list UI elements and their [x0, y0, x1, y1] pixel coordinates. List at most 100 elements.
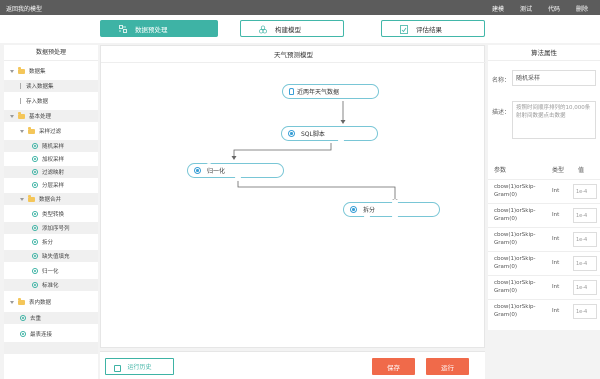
operator-icon [32, 143, 38, 149]
param-row: cbow(1)orSkip-Gram(0) Int 1e-4 [488, 299, 600, 323]
node-sql-script[interactable]: SQL脚本 [281, 126, 378, 141]
tree-label: 读入数据集 [26, 84, 54, 90]
menu-test[interactable]: 测试 [520, 4, 532, 13]
sidebar-title: 数据预处理 [4, 45, 98, 61]
save-button[interactable]: 保存 [372, 358, 415, 375]
param-value-input[interactable]: 1e-4 [573, 256, 597, 271]
tree-label: 基本处理 [29, 114, 52, 120]
tree-item-weighted-sample[interactable]: 加权采样 [4, 153, 98, 165]
action-bar: 运行历史 保存 运行 [100, 351, 485, 379]
workflow-canvas[interactable]: 天气预测模型 近两年天气数据 SQL脚本 归一化 拆分 [100, 45, 486, 348]
output-port[interactable] [392, 214, 398, 220]
param-type: Int [552, 308, 560, 314]
tree-label: 数据合并 [39, 197, 62, 203]
tree-label: 类型转换 [42, 212, 65, 218]
name-field[interactable]: 随机采样 [512, 70, 596, 86]
expand-caret-icon[interactable] [20, 197, 24, 201]
tree-label: 添加序号列 [42, 226, 70, 232]
node-weather-data[interactable]: 近两年天气数据 [282, 84, 379, 99]
menu-delete[interactable]: 删除 [576, 4, 588, 13]
tree-item-missing-fill[interactable]: 缺失值填充 [4, 250, 98, 262]
step-preprocess-label: 数据预处理 [135, 25, 168, 34]
input-port[interactable] [392, 199, 398, 205]
step-build-model-label: 构建模型 [275, 25, 301, 34]
tree-folder-dataset[interactable]: 数据集 [4, 65, 98, 77]
tree-item-standardize[interactable]: 标准化 [4, 279, 98, 291]
param-value-input[interactable]: 1e-4 [573, 280, 597, 295]
tree-folder-table-data[interactable]: 表内数据 [4, 296, 98, 308]
tree-item-read-dataset[interactable]: 读入数据集 [4, 80, 98, 92]
tree-item-type-convert[interactable]: 类型转换 [4, 208, 98, 220]
param-row: cbow(1)orSkip-Gram(0) Int 1e-4 [488, 179, 600, 203]
operator-icon [20, 315, 26, 321]
param-value-input[interactable]: 1e-4 [573, 184, 597, 199]
param-name: cbow(1)orSkip-Gram(0) [494, 256, 536, 270]
step-evaluate[interactable]: 评估结果 [381, 20, 485, 37]
input-port[interactable] [206, 158, 212, 164]
operator-icon [32, 253, 38, 259]
output-port[interactable] [338, 137, 344, 143]
run-button[interactable]: 运行 [426, 358, 469, 375]
tree-item-normalize[interactable]: 归一化 [4, 265, 98, 277]
tree-item-split[interactable]: 拆分 [4, 236, 98, 248]
tree-label: 分层采样 [42, 183, 65, 189]
run-history-button[interactable]: 运行历史 [105, 358, 174, 375]
param-type: Int [552, 188, 560, 194]
component-sidebar: 数据预处理 数据集 读入数据集 存入数据 基本处理 采样过滤 随机采样 加权采样… [4, 45, 98, 379]
tree-item-stratified-sample[interactable]: 分层采样 [4, 179, 98, 191]
tree-label: 标准化 [42, 283, 59, 289]
tree-item-random-sample[interactable]: 随机采样 [4, 140, 98, 152]
algorithm-properties-panel: 算法属性 名称： 随机采样 描述： 按照时间顺序排列的10,000条射射间数据点… [488, 45, 600, 330]
evaluation-icon [400, 24, 408, 34]
param-value-input[interactable]: 1e-4 [573, 304, 597, 319]
param-type: Int [552, 260, 560, 266]
folder-icon [18, 112, 25, 119]
expand-caret-icon[interactable] [20, 129, 24, 133]
operator-icon [194, 167, 201, 174]
output-port[interactable] [364, 214, 370, 220]
tree-label: 拆分 [42, 240, 54, 246]
tree-folder-sample-filter[interactable]: 采样过滤 [4, 125, 98, 137]
param-value-input[interactable]: 1e-4 [573, 232, 597, 247]
node-label: 近两年天气数据 [297, 89, 340, 96]
expand-caret-icon[interactable] [10, 114, 14, 118]
node-label: 归一化 [207, 168, 226, 175]
step-preprocess[interactable]: 数据预处理 [100, 20, 218, 37]
data-process-icon [119, 24, 127, 33]
leaf-marker-icon [20, 98, 22, 104]
param-type: Int [552, 236, 560, 242]
top-bar: 返回我的模型 建模 测试 代码 删除 [0, 0, 600, 15]
tree-item-dedupe[interactable]: 去重 [4, 312, 98, 324]
menu-modeling[interactable]: 建模 [492, 4, 504, 13]
operator-icon [32, 239, 38, 245]
tree-item-table-join[interactable]: 最表连接 [4, 328, 98, 340]
operator-icon [32, 282, 38, 288]
column-header-value: 值 [578, 167, 585, 174]
tree-label: 最表连接 [30, 332, 53, 338]
tree-folder-basic-processing[interactable]: 基本处理 [4, 110, 98, 122]
tree-label: 缺失值填充 [42, 254, 70, 260]
param-row: cbow(1)orSkip-Gram(0) Int 1e-4 [488, 275, 600, 299]
param-name: cbow(1)orSkip-Gram(0) [494, 208, 536, 222]
expand-caret-icon[interactable] [10, 300, 14, 304]
back-to-my-models-link[interactable]: 返回我的模型 [6, 4, 42, 13]
column-header-param: 参数 [494, 167, 507, 174]
top-menu: 建模 测试 代码 删除 [492, 4, 588, 13]
tree-item-filter-map[interactable]: 过滤映射 [4, 166, 98, 178]
menu-code[interactable]: 代码 [548, 4, 560, 13]
folder-icon [28, 195, 35, 202]
tree-label: 去重 [30, 316, 42, 322]
expand-caret-icon[interactable] [10, 69, 14, 73]
description-field[interactable]: 按照时间顺序排列的10,000条射射间数据点击数据 [512, 101, 596, 139]
output-port[interactable] [235, 175, 241, 181]
database-icon [289, 88, 294, 95]
leaf-marker-icon [20, 83, 22, 89]
tree-item-store-data[interactable]: 存入数据 [4, 95, 98, 107]
step-build-model[interactable]: 构建模型 [240, 20, 344, 37]
param-value-input[interactable]: 1e-4 [573, 208, 597, 223]
params-table-header: 参数 类型 值 [488, 159, 600, 179]
tree-folder-data-merge[interactable]: 数据合并 [4, 193, 98, 205]
folder-icon [18, 298, 25, 305]
tree-item-add-index-column[interactable]: 添加序号列 [4, 222, 98, 234]
tree-label: 存入数据 [26, 99, 49, 105]
